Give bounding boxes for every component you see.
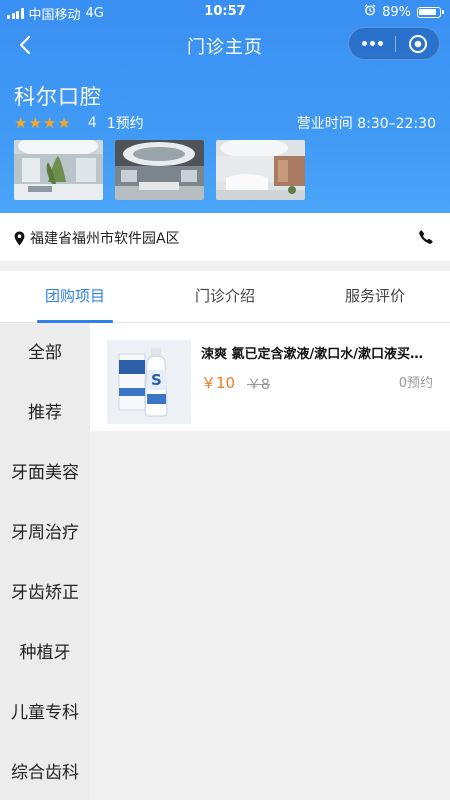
clinic-header: 中国移动 4G 10:57 89% 门诊主页 科尔口腔 ★ ★ ★ ★ 4 1预… <box>0 0 450 213</box>
star-icon: ★ <box>28 113 42 132</box>
battery-icon <box>417 6 444 18</box>
product-price: ￥10 <box>201 374 236 392</box>
alarm-icon <box>364 4 376 20</box>
phone-icon <box>419 230 433 244</box>
clinic-photo[interactable] <box>14 140 103 200</box>
rating-row: ★ ★ ★ ★ 4 1预约 <box>14 113 144 133</box>
star-icon: ★ <box>57 113 71 132</box>
clinic-photo[interactable] <box>115 140 204 200</box>
mini-program-capsule <box>348 27 440 60</box>
category-general[interactable]: 综合齿科 <box>0 743 90 800</box>
star-icon: ★ <box>14 113 28 132</box>
category-sidebar: 全部 推荐 牙面美容 牙周治疗 牙齿矫正 种植牙 儿童专科 综合齿科 <box>0 323 90 800</box>
business-hours: 营业时间 8:30–22:30 <box>296 116 436 132</box>
category-periodontal[interactable]: 牙周治疗 <box>0 503 90 563</box>
product-image: S <box>107 340 191 424</box>
tab-group-buy[interactable]: 团购项目 <box>0 271 150 323</box>
location-pin-icon <box>14 231 25 245</box>
rating-score: 4 <box>87 115 97 131</box>
category-all[interactable]: 全部 <box>0 323 90 383</box>
svg-text:S: S <box>151 371 162 389</box>
tab-clinic-intro[interactable]: 门诊介绍 <box>150 271 300 323</box>
battery-percent: 89% <box>382 4 411 20</box>
product-card[interactable]: S 涑爽 氯已定含漱液/漱口水/漱口液买一送一 ￥10 ￥8 0预约 <box>90 323 450 431</box>
category-orthodontics[interactable]: 牙齿矫正 <box>0 563 90 623</box>
tab-bar: 团购项目 门诊介绍 服务评价 <box>0 271 450 323</box>
status-bar: 中国移动 4G 10:57 89% <box>0 0 450 24</box>
call-button[interactable] <box>416 227 436 247</box>
address-text: 福建省福州市软件园A区 <box>30 231 180 247</box>
booking-count: 1预约 <box>106 116 144 132</box>
address-bar[interactable]: 福建省福州市软件园A区 <box>0 213 450 261</box>
star-icon: ★ <box>42 113 57 132</box>
nav-bar: 门诊主页 <box>0 24 450 66</box>
category-recommended[interactable]: 推荐 <box>0 383 90 443</box>
close-target-icon <box>409 34 427 53</box>
clinic-photos <box>14 140 305 200</box>
product-original-price: ￥8 <box>247 377 270 393</box>
product-booked-count: 0预约 <box>398 376 433 391</box>
tab-service-reviews[interactable]: 服务评价 <box>300 271 450 323</box>
category-implants[interactable]: 种植牙 <box>0 623 90 683</box>
product-list: S 涑爽 氯已定含漱液/漱口水/漱口液买一送一 ￥10 ￥8 0预约 <box>90 323 450 800</box>
category-pediatric[interactable]: 儿童专科 <box>0 683 90 743</box>
status-right: 89% <box>364 4 444 20</box>
clinic-name: 科尔口腔 <box>14 85 102 109</box>
close-button[interactable] <box>396 28 440 59</box>
clinic-photo[interactable] <box>216 140 305 200</box>
category-cosmetic[interactable]: 牙面美容 <box>0 443 90 503</box>
more-dots-icon <box>361 41 367 46</box>
rating-stars: ★ ★ ★ ★ <box>14 113 71 132</box>
address: 福建省福州市软件园A区 <box>14 228 180 248</box>
product-title: 涑爽 氯已定含漱液/漱口水/漱口液买一送一 <box>201 347 435 362</box>
more-button[interactable] <box>349 28 395 59</box>
